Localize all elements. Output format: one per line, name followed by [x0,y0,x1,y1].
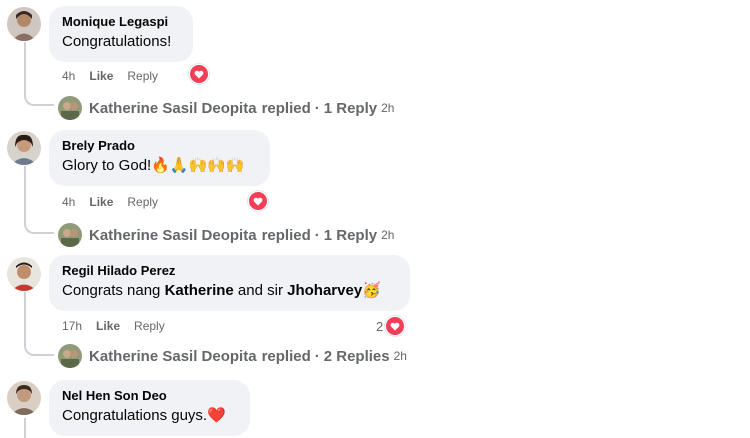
reply-count: 1 Reply [323,99,378,117]
comment-text: Congratulations guys.❤️ [62,407,226,424]
comment-time[interactable]: 17h [62,318,82,334]
comment-text: Glory to God!🔥🙏🙌🙌🙌 [62,157,245,174]
replied-author: Katherine Sasil Deopita [89,347,257,365]
like-button[interactable]: Like [89,68,113,84]
reply-time: 2h [381,228,395,242]
heart-icon[interactable] [189,64,209,84]
separator: · [314,347,320,365]
comment-author[interactable]: Brely Prado [62,138,258,154]
avatar [58,96,82,120]
avatar [58,344,82,368]
reply-count: 1 Reply [323,226,378,244]
heart-icon [385,316,406,336]
comment-actions: 4h Like Reply [62,194,158,210]
avatar [58,223,82,247]
comment-bubble: Monique Legaspi Congratulations! [49,6,193,62]
comment-bubble: Brely Prado Glory to God!🔥🙏🙌🙌🙌 [49,130,270,186]
comment-time[interactable]: 4h [62,68,75,84]
mention-jhoharvey[interactable]: Jhoharvey [287,282,362,299]
thread-connector [24,214,54,234]
separator: · [314,226,320,244]
comment-bubble: Regil Hilado Perez Congrats nang Katheri… [49,255,410,311]
thread-line [24,418,26,438]
comment-actions: 17h Like Reply [62,318,165,334]
avatar[interactable] [7,257,41,291]
replies-link[interactable]: Katherine Sasil Deopita replied · 2 Repl… [58,343,407,369]
separator: · [314,99,320,117]
replies-link[interactable]: Katherine Sasil Deopita replied · 1 Repl… [58,222,394,248]
thread-line [24,292,26,340]
thread-line [24,166,26,218]
thread-line [24,42,26,90]
reaction-summary[interactable]: 2 [376,316,406,336]
comment-author[interactable]: Monique Legaspi [62,14,181,30]
avatar[interactable] [7,381,41,415]
reply-button[interactable]: Reply [134,318,165,334]
thread-connector [24,336,54,356]
replied-author: Katherine Sasil Deopita [89,226,257,244]
avatar[interactable] [7,7,41,41]
comment-author[interactable]: Nel Hen Son Deo [62,388,238,404]
mention-katherine[interactable]: Katherine [165,282,234,299]
comment-actions: 4h Like Reply [62,68,158,84]
comment-text: Congratulations! [62,33,172,50]
replied-author: Katherine Sasil Deopita [89,99,257,117]
comment-time[interactable]: 4h [62,194,75,210]
avatar[interactable] [7,131,41,165]
comment-author[interactable]: Regil Hilado Perez [62,263,398,279]
replied-action: replied [261,99,311,117]
replied-action: replied [261,226,311,244]
heart-icon[interactable] [248,191,268,211]
reply-time: 2h [393,349,407,363]
reply-time: 2h [381,101,395,115]
like-button[interactable]: Like [96,318,120,334]
reply-button[interactable]: Reply [127,68,158,84]
replied-action: replied [261,347,311,365]
reply-button[interactable]: Reply [127,194,158,210]
thread-connector [24,86,54,106]
comment-bubble: Nel Hen Son Deo Congratulations guys.❤️ [49,380,250,436]
replies-link[interactable]: Katherine Sasil Deopita replied · 1 Repl… [58,95,394,121]
emoji: 🥳 [362,282,381,299]
text-segment: Congrats nang [62,282,165,299]
reply-count: 2 Replies [323,347,390,365]
like-button[interactable]: Like [89,194,113,210]
text-segment: and sir [233,282,288,299]
reaction-count: 2 [376,318,384,334]
comment-text: Congrats nang Katherine and sir Jhoharve… [62,281,398,301]
